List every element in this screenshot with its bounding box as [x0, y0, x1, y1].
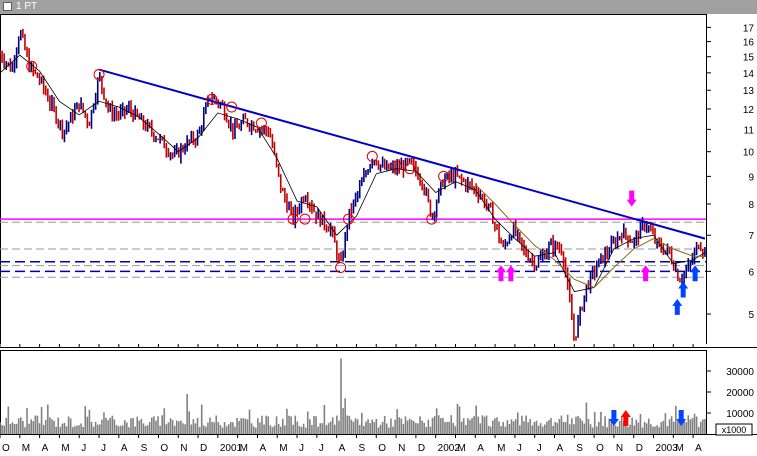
x-tick-label-34: M [675, 443, 683, 454]
y-tick-label-6: 6 [748, 267, 754, 278]
y-tick-label-11: 11 [744, 125, 755, 136]
x-tick-label-0: O [2, 443, 10, 454]
x-tick-label-28: A [557, 443, 564, 454]
x-tick-label-1: M [22, 443, 30, 454]
chart-window: 1 PT O M A M J J A S O N D 2001 M A M J J A S O N D 2002 M A M J J A… [0, 0, 757, 456]
volume-y-tick-label-0: 10000 [726, 409, 754, 420]
y-tick-label-14: 14 [743, 69, 755, 80]
x-tick-label-6: A [121, 443, 128, 454]
volume-unit-label: x1000 [722, 425, 747, 435]
x-tick-label-15: J [299, 443, 304, 454]
y-tick-label-8: 8 [748, 200, 754, 211]
x-tick-label-31: N [616, 443, 623, 454]
x-tick-label-27: J [537, 443, 542, 454]
volume-y-tick-label-2: 30000 [726, 367, 754, 378]
x-tick-label-35: A [695, 443, 702, 454]
x-tick-label-24: A [477, 443, 484, 454]
y-tick-label-15: 15 [743, 53, 755, 64]
y-tick-label-5: 5 [748, 310, 754, 321]
x-tick-label-2: A [42, 443, 49, 454]
y-tick-label-12: 12 [743, 105, 755, 116]
x-tick-label-8: O [160, 443, 168, 454]
x-tick-label-16: J [319, 443, 324, 454]
x-tick-label-4: J [81, 443, 86, 454]
x-tick-label-23: M [457, 443, 465, 454]
volume-y-tick-label-1: 20000 [726, 388, 754, 399]
x-tick-label-3: M [61, 443, 69, 454]
price-panel [0, 14, 707, 345]
x-tick-label-19: O [378, 443, 386, 454]
y-tick-label-7: 7 [748, 231, 754, 242]
x-tick-label-7: S [141, 443, 148, 454]
x-tick-label-17: A [339, 443, 346, 454]
x-tick-label-25: M [497, 443, 505, 454]
y-tick-label-10: 10 [743, 148, 755, 159]
x-tick-label-13: A [259, 443, 266, 454]
x-tick-label-26: J [517, 443, 522, 454]
x-tick-label-9: N [180, 443, 187, 454]
y-tick-label-13: 13 [743, 86, 755, 97]
x-tick-label-21: D [418, 443, 425, 454]
x-tick-label-14: M [279, 443, 287, 454]
y-tick-label-17: 17 [743, 23, 755, 34]
y-tick-label-9: 9 [748, 172, 754, 183]
x-tick-label-10: D [200, 443, 207, 454]
x-tick-label-12: M [240, 443, 248, 454]
x-tick-label-20: N [398, 443, 405, 454]
x-tick-label-30: O [596, 443, 604, 454]
x-tick-label-32: D [636, 443, 643, 454]
x-tick-label-5: J [101, 443, 106, 454]
x-tick-label-29: S [576, 443, 583, 454]
y-tick-label-16: 16 [743, 38, 755, 49]
x-tick-label-18: S [358, 443, 365, 454]
chart-canvas: O M A M J J A S O N D 2001M A M J J A S O N D 2002M A M J J A S O N D 2… [0, 14, 757, 454]
